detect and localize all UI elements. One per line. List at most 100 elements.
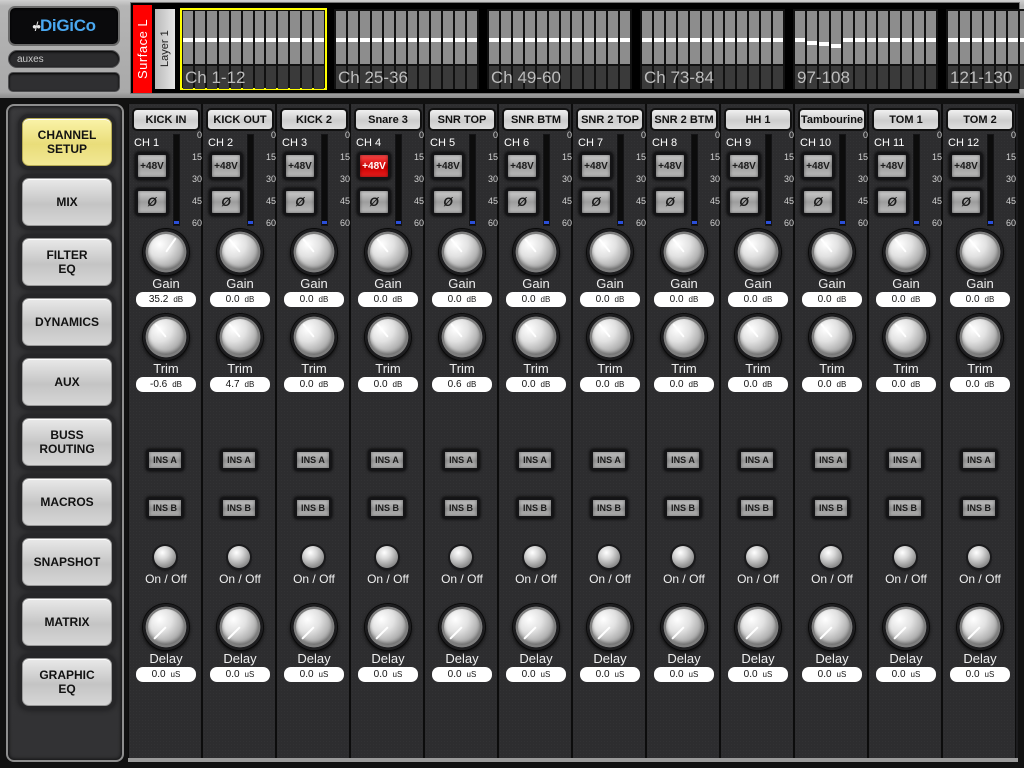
gain-knob[interactable] [143, 229, 189, 275]
phase-invert-button[interactable]: Ø [727, 188, 761, 216]
trim-value-field[interactable]: 4.7 dB [210, 377, 270, 392]
insert-b-button[interactable]: INS B [294, 497, 332, 519]
insert-b-button[interactable]: INS B [442, 497, 480, 519]
sidebar-item-buss-routing[interactable]: BUSS ROUTING [22, 418, 112, 466]
insert-on-off-button[interactable] [228, 546, 250, 568]
insert-a-button[interactable]: INS A [886, 449, 924, 471]
insert-b-button[interactable]: INS B [664, 497, 702, 519]
delay-knob[interactable] [143, 604, 189, 650]
insert-a-button[interactable]: INS A [146, 449, 184, 471]
phantom-power-button[interactable]: +48V [357, 152, 391, 180]
phase-invert-button[interactable]: Ø [135, 188, 169, 216]
phase-invert-button[interactable]: Ø [209, 188, 243, 216]
gain-value-field[interactable]: 0.0 dB [580, 292, 640, 307]
channel-name-button[interactable]: KICK OUT [206, 108, 274, 131]
sidebar-item-filter-eq[interactable]: FILTER EQ [22, 238, 112, 286]
phantom-power-button[interactable]: +48V [505, 152, 539, 180]
phantom-power-button[interactable]: +48V [135, 152, 169, 180]
aux-name-field[interactable]: auxes [8, 50, 120, 68]
gain-value-field[interactable]: 35.2 dB [136, 292, 196, 307]
channel-name-button[interactable]: SNR TOP [428, 108, 496, 131]
channel-name-button[interactable]: TOM 1 [872, 108, 940, 131]
delay-value-field[interactable]: 0.0 uS [210, 667, 270, 682]
delay-value-field[interactable]: 0.0 uS [802, 667, 862, 682]
insert-on-off-button[interactable] [154, 546, 176, 568]
trim-knob[interactable] [587, 314, 633, 360]
delay-knob[interactable] [365, 604, 411, 650]
gain-value-field[interactable]: 0.0 dB [284, 292, 344, 307]
phase-invert-button[interactable]: Ø [505, 188, 539, 216]
trim-knob[interactable] [291, 314, 337, 360]
insert-a-button[interactable]: INS A [516, 449, 554, 471]
insert-a-button[interactable]: INS A [590, 449, 628, 471]
sidebar-item-matrix[interactable]: MATRIX [22, 598, 112, 646]
phase-invert-button[interactable]: Ø [579, 188, 613, 216]
phase-invert-button[interactable]: Ø [283, 188, 317, 216]
phase-invert-button[interactable]: Ø [431, 188, 465, 216]
trim-knob[interactable] [661, 314, 707, 360]
insert-on-off-button[interactable] [302, 546, 324, 568]
sidebar-item-snapshot[interactable]: SNAPSHOT [22, 538, 112, 586]
sidebar-item-mix[interactable]: MIX [22, 178, 112, 226]
trim-value-field[interactable]: 0.0 dB [654, 377, 714, 392]
secondary-name-field[interactable] [8, 72, 120, 92]
delay-value-field[interactable]: 0.0 uS [728, 667, 788, 682]
delay-knob[interactable] [883, 604, 929, 650]
insert-on-off-button[interactable] [820, 546, 842, 568]
trim-value-field[interactable]: -0.6 dB [136, 377, 196, 392]
insert-a-button[interactable]: INS A [294, 449, 332, 471]
insert-a-button[interactable]: INS A [368, 449, 406, 471]
insert-on-off-button[interactable] [524, 546, 546, 568]
delay-knob[interactable] [735, 604, 781, 650]
delay-value-field[interactable]: 0.0 uS [432, 667, 492, 682]
trim-value-field[interactable]: 0.0 dB [728, 377, 788, 392]
phantom-power-button[interactable]: +48V [653, 152, 687, 180]
trim-value-field[interactable]: 0.0 dB [358, 377, 418, 392]
sidebar-item-aux[interactable]: AUX [22, 358, 112, 406]
insert-b-button[interactable]: INS B [368, 497, 406, 519]
insert-a-button[interactable]: INS A [442, 449, 480, 471]
phantom-power-button[interactable]: +48V [209, 152, 243, 180]
trim-knob[interactable] [957, 314, 1003, 360]
insert-a-button[interactable]: INS A [664, 449, 702, 471]
insert-b-button[interactable]: INS B [146, 497, 184, 519]
bank-button-3[interactable]: Ch 49-60 [487, 9, 632, 89]
insert-on-off-button[interactable] [376, 546, 398, 568]
insert-a-button[interactable]: INS A [738, 449, 776, 471]
bank-button-5[interactable]: 97-108 [793, 9, 938, 89]
insert-a-button[interactable]: INS A [220, 449, 258, 471]
gain-knob[interactable] [513, 229, 559, 275]
insert-on-off-button[interactable] [894, 546, 916, 568]
delay-knob[interactable] [809, 604, 855, 650]
insert-a-button[interactable]: INS A [812, 449, 850, 471]
trim-knob[interactable] [439, 314, 485, 360]
trim-knob[interactable] [513, 314, 559, 360]
gain-value-field[interactable]: 0.0 dB [950, 292, 1010, 307]
gain-value-field[interactable]: 0.0 dB [210, 292, 270, 307]
trim-value-field[interactable]: 0.0 dB [506, 377, 566, 392]
phantom-power-button[interactable]: +48V [949, 152, 983, 180]
gain-knob[interactable] [587, 229, 633, 275]
bank-button-4[interactable]: Ch 73-84 [640, 9, 785, 89]
trim-knob[interactable] [735, 314, 781, 360]
insert-b-button[interactable]: INS B [220, 497, 258, 519]
delay-knob[interactable] [439, 604, 485, 650]
phantom-power-button[interactable]: +48V [801, 152, 835, 180]
trim-knob[interactable] [883, 314, 929, 360]
delay-value-field[interactable]: 0.0 uS [284, 667, 344, 682]
gain-knob[interactable] [735, 229, 781, 275]
trim-knob[interactable] [217, 314, 263, 360]
insert-b-button[interactable]: INS B [738, 497, 776, 519]
delay-knob[interactable] [513, 604, 559, 650]
channel-name-button[interactable]: HH 1 [724, 108, 792, 131]
layer-tab[interactable]: Layer 1 [155, 9, 175, 89]
sidebar-item-graphic-eq[interactable]: GRAPHIC EQ [22, 658, 112, 706]
insert-b-button[interactable]: INS B [516, 497, 554, 519]
trim-value-field[interactable]: 0.0 dB [950, 377, 1010, 392]
gain-knob[interactable] [217, 229, 263, 275]
phase-invert-button[interactable]: Ø [653, 188, 687, 216]
phantom-power-button[interactable]: +48V [431, 152, 465, 180]
phase-invert-button[interactable]: Ø [949, 188, 983, 216]
trim-value-field[interactable]: 0.0 dB [802, 377, 862, 392]
delay-knob[interactable] [661, 604, 707, 650]
